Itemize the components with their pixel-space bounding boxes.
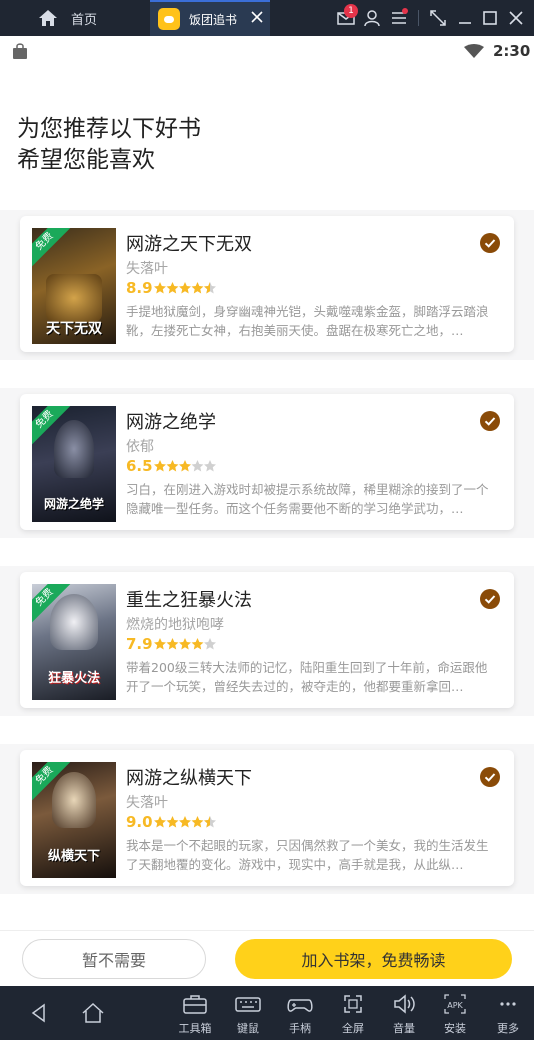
more-icon [500,1002,516,1006]
fullscreen-icon [344,995,362,1013]
more-button[interactable]: 更多 [485,992,531,1038]
emulator-toolbar: 工具箱 键鼠 手柄 全屏 音量 APK 安装 更多 [0,986,534,1040]
book-cover: 网游之绝学 免费 [32,406,116,522]
status-time: 2:30 [493,42,531,60]
screenshot-icon[interactable] [428,8,448,28]
book-author: 燃烧的地狱咆哮 [126,617,224,633]
back-icon[interactable] [26,1000,52,1026]
home-tab[interactable]: 首页 [0,0,150,36]
rating-stars [154,460,216,472]
home-tab-label: 首页 [71,12,98,28]
fullscreen-button[interactable]: 全屏 [330,992,376,1038]
rating-stars [154,282,216,294]
free-tag: 免费 [32,228,79,276]
status-bar: 2:30 [0,36,534,68]
cover-title: 纵横天下 [47,849,100,864]
title-line-1: 为您推荐以下好书 [17,116,201,142]
book-section: 天下无双 免费 网游之天下无双 失落叶 8.9 手提地狱魔剑，身穿幽魂神光铠，头… [0,210,534,360]
apk-text: APK [447,1001,463,1010]
book-score: 8.9 [126,279,153,297]
shopping-bag-icon [13,43,27,59]
book-title: 网游之纵横天下 [126,768,252,789]
keyboard-mouse-label: 键鼠 [237,1022,259,1035]
book-cover: 天下无双 免费 [32,228,116,344]
book-card[interactable]: 纵横天下 免费 网游之纵横天下 失落叶 9.0 我本是一个不起眼的玩家，只因偶然… [20,750,514,886]
page-title: 为您推荐以下好书 希望您能喜欢 [17,114,201,176]
book-card[interactable]: 网游之绝学 免费 网游之绝学 依郁 6.5 习白，在刚进入游戏时却被提示系统故障… [20,394,514,530]
user-icon[interactable] [362,8,382,28]
volume-button[interactable]: 音量 [381,992,427,1038]
keyboard-icon [235,997,261,1012]
book-card[interactable]: 天下无双 免费 网游之天下无双 失落叶 8.9 手提地狱魔剑，身穿幽魂神光铠，头… [20,216,514,352]
volume-icon [394,994,415,1014]
book-score: 6.5 [126,457,153,475]
mail-badge: 1 [344,4,358,18]
app-tab[interactable]: 饭团追书 [150,0,270,36]
app-logo-icon [158,8,180,30]
book-score: 9.0 [126,813,153,831]
emulator-title-bar: 首页 饭团追书 1 [0,0,534,36]
book-title: 网游之绝学 [126,412,216,433]
book-title: 重生之狂暴火法 [126,590,252,611]
book-card[interactable]: 狂暴火法 免费 重生之狂暴火法 燃烧的地狱咆哮 7.9 带着200级三转大法师的… [20,572,514,708]
book-cover: 狂暴火法 免费 [32,584,116,700]
app-tab-label: 饭团追书 [189,12,238,27]
cover-title: 网游之绝学 [43,497,104,511]
close-window-icon[interactable] [506,8,526,28]
book-score: 7.9 [126,635,153,653]
install-label: 安装 [444,1022,466,1035]
selected-check-icon[interactable] [480,767,500,787]
selected-check-icon[interactable] [480,411,500,431]
book-title: 网游之天下无双 [126,234,252,255]
book-description: 手提地狱魔剑，身穿幽魂神光铠，头戴噬魂紫金盔，脚踏浮云踏浪靴，左搂死亡女神，右抱… [126,304,489,338]
book-author: 依郁 [126,439,154,455]
book-description: 我本是一个不起眼的玩家，只因偶然救了一个美女，我的生活发生了天翻地覆的变化。游戏… [126,838,489,872]
rating-stars [154,816,216,828]
fullscreen-label: 全屏 [342,1022,364,1035]
gamepad-label: 手柄 [289,1022,311,1035]
book-cover: 纵横天下 免费 [32,762,116,878]
book-section: 纵横天下 免费 网游之纵横天下 失落叶 9.0 我本是一个不起眼的玩家，只因偶然… [0,744,534,894]
book-description: 带着200级三转大法师的记忆，陆阳重生回到了十年前，命运跟他开了一个玩笑，曾经失… [126,660,488,694]
gamepad-button[interactable]: 手柄 [277,992,323,1038]
maximize-icon[interactable] [480,8,500,28]
keyboard-mouse-button[interactable]: 键鼠 [225,992,271,1038]
rating-stars [154,638,216,650]
toolbox-icon [183,995,207,1014]
more-label: 更多 [497,1022,519,1035]
decline-button[interactable]: 暂不需要 [22,939,206,979]
cover-title: 天下无双 [46,321,102,337]
toolbar-divider [418,10,419,26]
book-author: 失落叶 [126,261,168,277]
book-section: 狂暴火法 免费 重生之狂暴火法 燃烧的地狱咆哮 7.9 带着200级三转大法师的… [0,566,534,716]
home-icon [39,10,57,26]
gamepad-icon [287,999,313,1012]
minimize-icon[interactable] [455,8,475,28]
apk-icon: APK [444,994,466,1014]
add-to-shelf-button[interactable]: 加入书架，免费畅读 [235,939,512,979]
book-author: 失落叶 [126,795,168,811]
cover-title: 狂暴火法 [47,671,100,686]
android-home-icon[interactable] [80,1000,106,1026]
volume-label: 音量 [393,1022,415,1035]
menu-notification-dot [402,8,408,14]
title-line-2: 希望您能喜欢 [17,147,155,173]
selected-check-icon[interactable] [480,589,500,609]
toolbox-label: 工具箱 [178,1022,212,1035]
wifi-icon [464,44,484,58]
book-description: 习白，在刚进入游戏时却被提示系统故障，稀里糊涂的接到了一个隐藏唯一型任务。而这个… [126,482,489,516]
selected-check-icon[interactable] [480,233,500,253]
close-tab-icon[interactable] [250,10,264,24]
action-bar: 暂不需要 加入书架，免费畅读 [0,930,534,986]
install-apk-button[interactable]: APK 安装 [432,992,478,1038]
toolbox-button[interactable]: 工具箱 [172,992,218,1038]
book-section: 网游之绝学 免费 网游之绝学 依郁 6.5 习白，在刚进入游戏时却被提示系统故障… [0,388,534,538]
